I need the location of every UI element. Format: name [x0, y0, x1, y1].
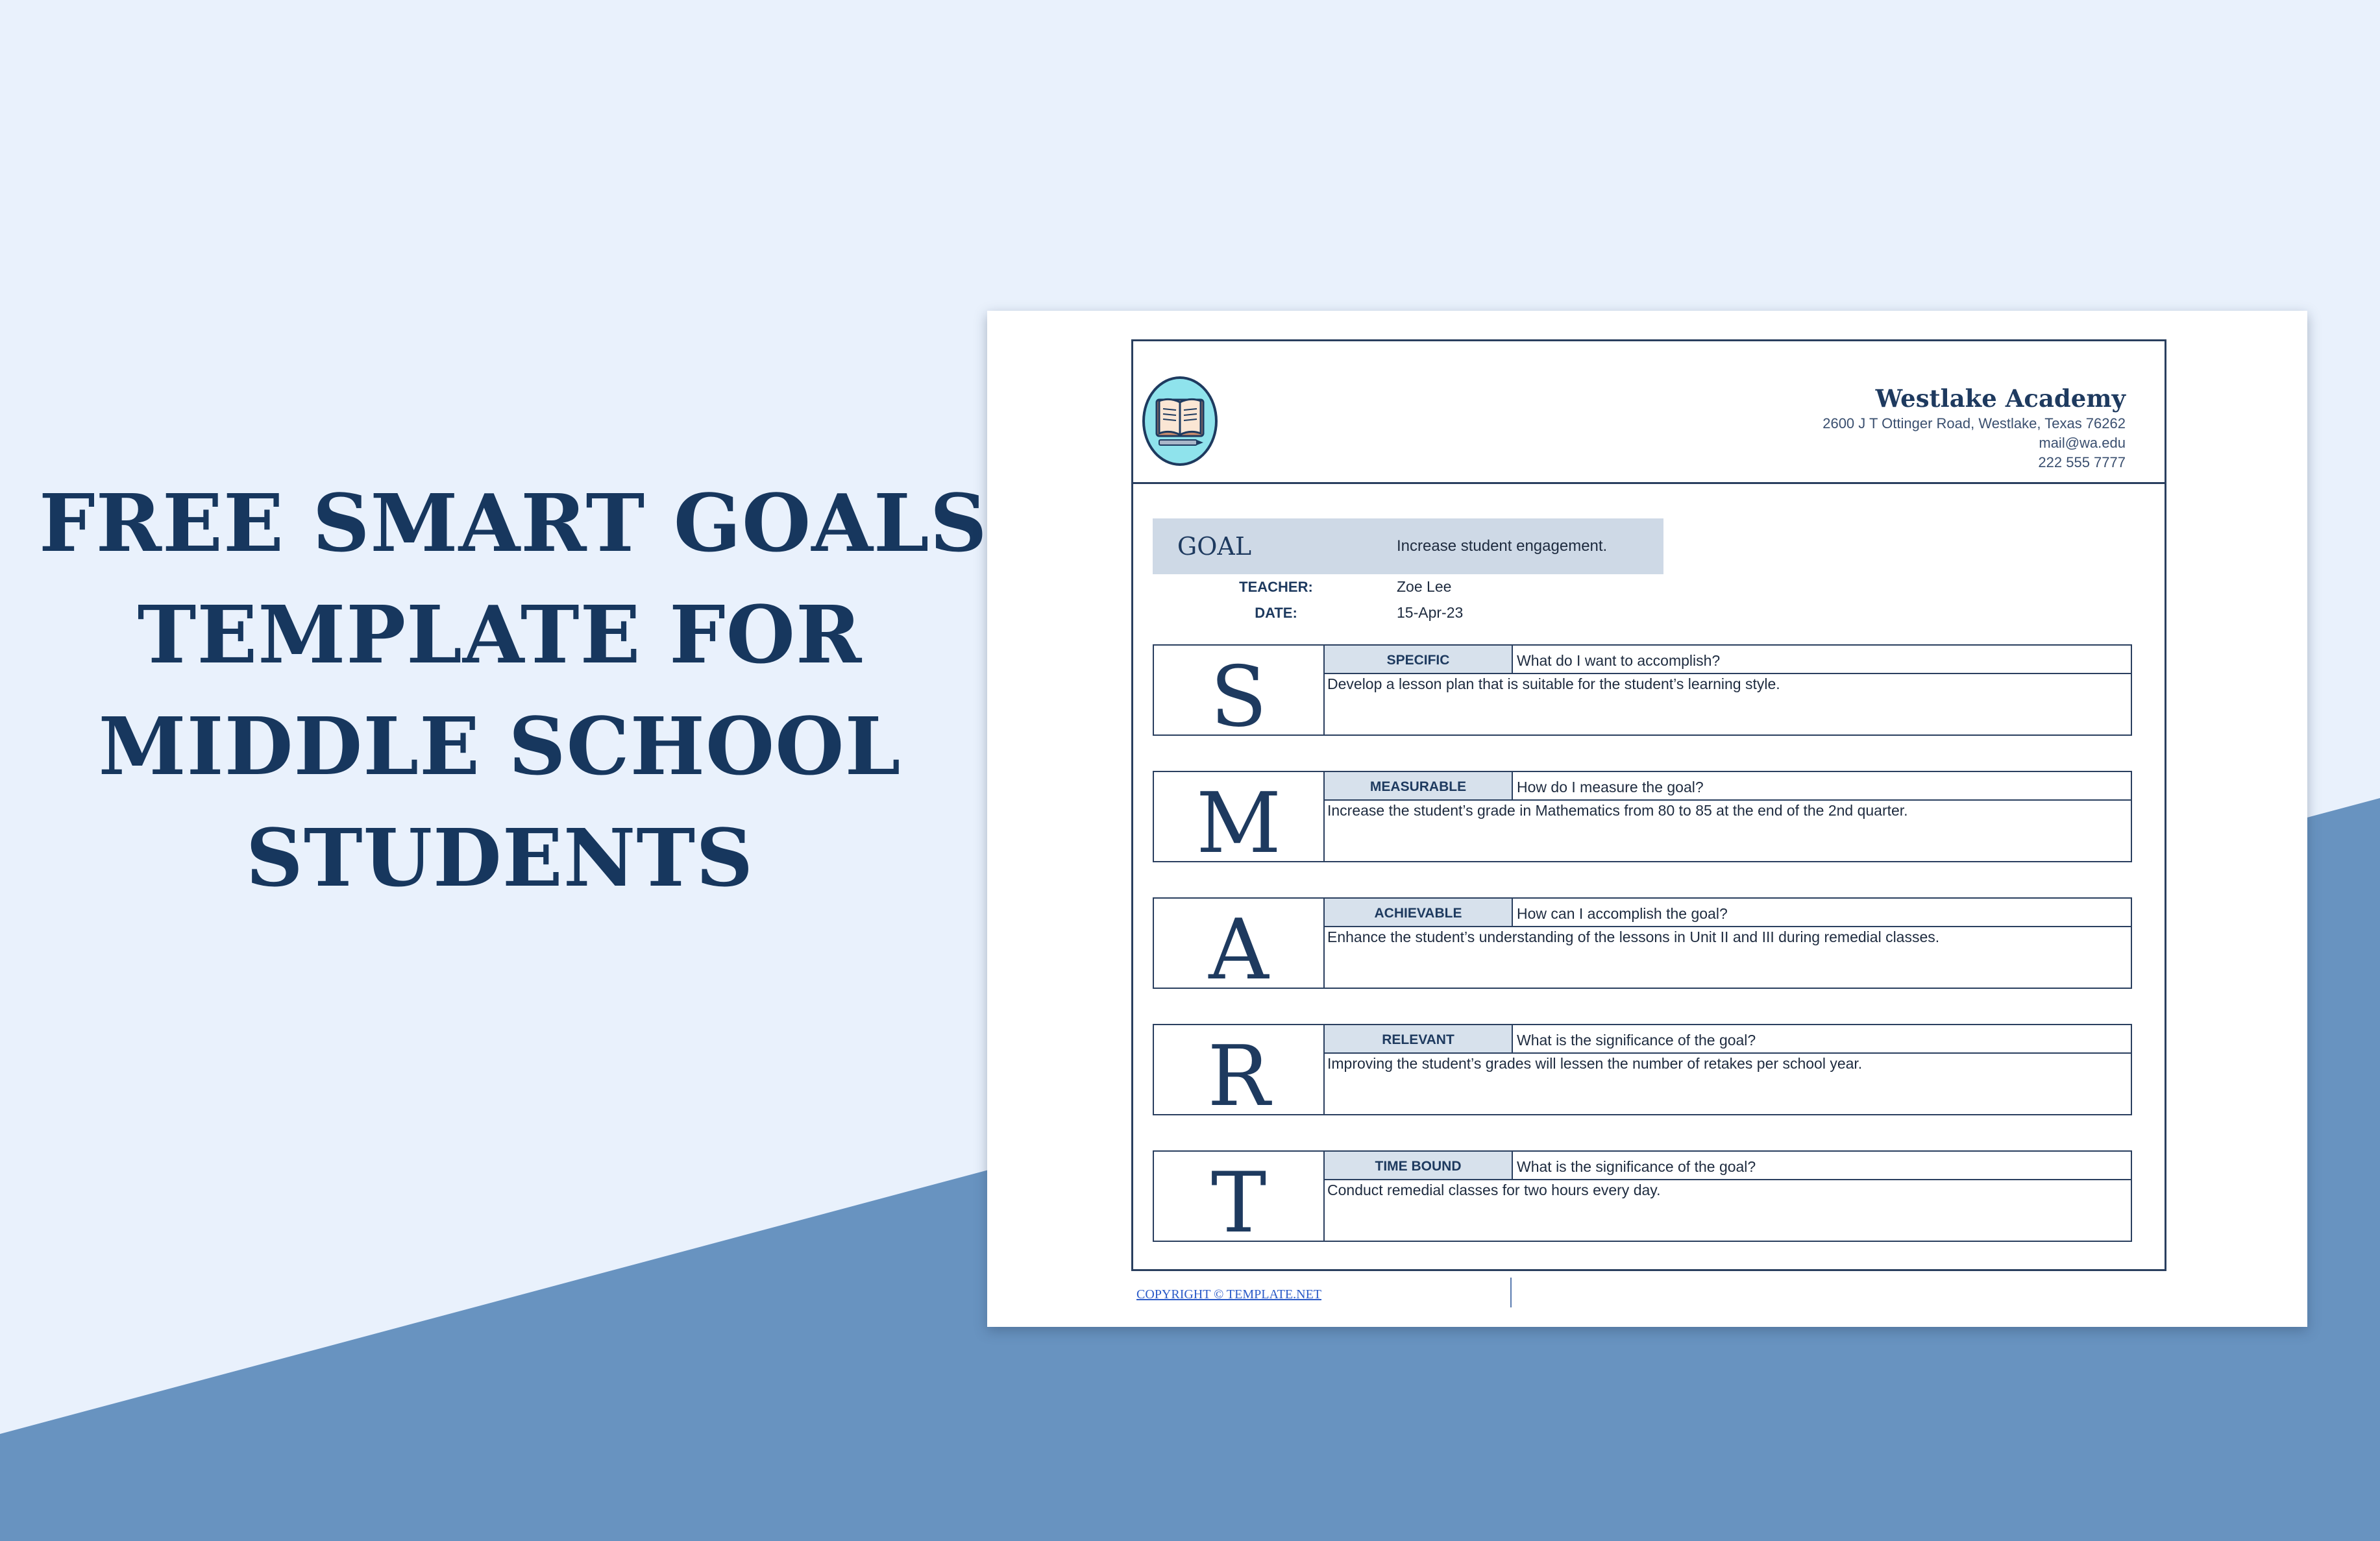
smart-row-specific: S SPECIFIC What do I want to accomplish?… — [1153, 644, 2132, 746]
smart-category-label: TIME BOUND — [1323, 1150, 1513, 1180]
smart-question: How do I measure the goal? — [1512, 771, 2132, 801]
smart-letter: R — [1153, 1024, 1325, 1125]
promo-title-line: STUDENTS — [245, 811, 754, 904]
goal-label: GOAL — [1177, 532, 1252, 561]
smart-row-measurable: M MEASURABLE How do I measure the goal? … — [1153, 771, 2132, 872]
smart-row-relevant: R RELEVANT What is the significance of t… — [1153, 1024, 2132, 1125]
smart-answer: Enhance the student’s understanding of t… — [1323, 926, 2132, 989]
smart-letter: A — [1153, 897, 1325, 999]
date-value: 15-Apr-23 — [1397, 604, 1464, 621]
smart-category-label: RELEVANT — [1323, 1024, 1513, 1054]
copyright-link[interactable]: COPYRIGHT © TEMPLATE.NET — [1136, 1287, 1321, 1302]
smart-answer: Conduct remedial classes for two hours e… — [1323, 1179, 2132, 1242]
school-info: Westlake Academy 2600 J T Ottinger Road,… — [1822, 383, 2126, 472]
open-book-icon — [1142, 376, 1218, 466]
smart-question: How can I accomplish the goal? — [1512, 897, 2132, 927]
date-label: DATE: — [1255, 605, 1297, 621]
smart-category-label: MEASURABLE — [1323, 771, 1513, 801]
smart-row-time-bound: T TIME BOUND What is the significance of… — [1153, 1150, 2132, 1252]
document-frame: Westlake Academy 2600 J T Ottinger Road,… — [1131, 339, 2166, 1271]
smart-answer: Develop a lesson plan that is suitable f… — [1323, 673, 2132, 736]
smart-letter: S — [1153, 644, 1325, 746]
smart-letter: T — [1153, 1150, 1325, 1252]
smart-category-label: SPECIFIC — [1323, 644, 1513, 674]
smart-category-label: ACHIEVABLE — [1323, 897, 1513, 927]
promo-title: FREE SMART GOALS TEMPLATE FOR MIDDLE SCH… — [39, 467, 988, 914]
promo-title-line: MIDDLE SCHOOL — [98, 699, 902, 793]
smart-answer: Increase the student’s grade in Mathemat… — [1323, 799, 2132, 862]
header-divider — [1133, 482, 2165, 484]
school-address: 2600 J T Ottinger Road, Westlake, Texas … — [1822, 415, 2126, 431]
smart-letter: M — [1153, 771, 1325, 872]
school-name: Westlake Academy — [1875, 384, 2126, 413]
goal-value: Increase student engagement. — [1397, 537, 1608, 555]
smart-answer: Improving the student’s grades will less… — [1323, 1052, 2132, 1115]
smart-question: What is the significance of the goal? — [1512, 1024, 2132, 1054]
smart-row-achievable: A ACHIEVABLE How can I accomplish the go… — [1153, 897, 2132, 999]
teacher-label: TEACHER: — [1239, 579, 1313, 595]
school-phone: 222 555 7777 — [2038, 454, 2126, 470]
document-sheet: Westlake Academy 2600 J T Ottinger Road,… — [987, 311, 2307, 1327]
goal-bar: GOAL Increase student engagement. — [1153, 518, 1663, 574]
promo-title-line: FREE SMART GOALS — [39, 476, 988, 570]
smart-question: What is the significance of the goal? — [1512, 1150, 2132, 1180]
footer-divider — [1510, 1278, 1512, 1307]
smart-question: What do I want to accomplish? — [1512, 644, 2132, 674]
teacher-value: Zoe Lee — [1397, 578, 1452, 595]
school-email: mail@wa.edu — [2039, 435, 2126, 451]
promo-title-line: TEMPLATE FOR — [137, 588, 863, 681]
